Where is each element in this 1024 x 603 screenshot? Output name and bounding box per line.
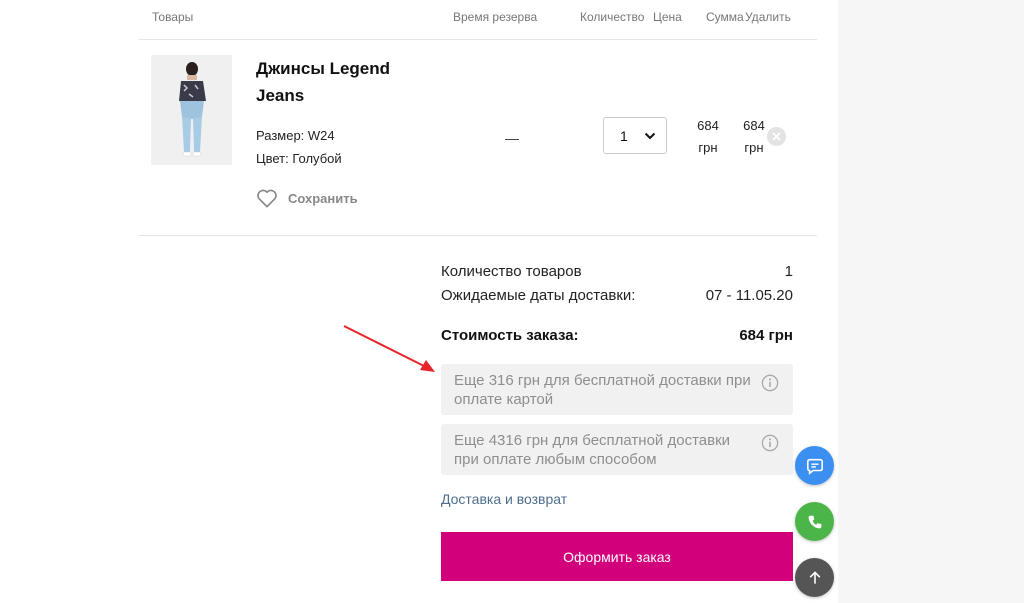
header-price: Цена bbox=[653, 10, 682, 24]
checkout-button[interactable]: Оформить заказ bbox=[441, 532, 793, 581]
chat-icon bbox=[806, 458, 823, 475]
reserve-time-value: — bbox=[505, 130, 519, 146]
scroll-to-top-button[interactable] bbox=[795, 558, 834, 597]
summary-items-count: Количество товаров 1 bbox=[441, 263, 793, 280]
items-count-label: Количество товаров bbox=[441, 263, 582, 280]
info-icon[interactable] bbox=[761, 374, 779, 392]
free-delivery-card-text: Еще 316 грн для бесплатной доставки при … bbox=[454, 372, 751, 408]
info-icon[interactable] bbox=[761, 434, 779, 452]
product-size: Размер: W24 bbox=[256, 128, 335, 143]
quantity-select[interactable]: 1 bbox=[603, 117, 667, 154]
close-icon bbox=[772, 132, 781, 141]
cart-page: Товары Время резерва Количество Цена Сум… bbox=[0, 0, 838, 603]
free-delivery-card-note: Еще 316 грн для бесплатной доставки при … bbox=[441, 364, 793, 415]
header-remove: Удалить bbox=[745, 10, 791, 24]
product-name[interactable]: Джинсы Legend Jeans bbox=[256, 55, 426, 109]
summary-delivery-dates: Ожидаемые даты доставки: 07 - 11.05.20 bbox=[441, 287, 793, 304]
header-quantity: Количество bbox=[580, 10, 645, 24]
order-total-value: 684 грн bbox=[739, 327, 793, 344]
free-delivery-any-note: Еще 4316 грн для бесплатной доставки при… bbox=[441, 424, 793, 475]
save-label: Сохранить bbox=[288, 190, 358, 206]
item-divider bbox=[139, 235, 817, 236]
quantity-value: 1 bbox=[620, 127, 628, 144]
header-sum: Сумма bbox=[706, 10, 744, 24]
chevron-down-icon bbox=[644, 132, 656, 139]
delivery-dates-label: Ожидаемые даты доставки: bbox=[441, 287, 636, 304]
order-total-label: Стоимость заказа: bbox=[441, 327, 579, 344]
phone-icon bbox=[808, 515, 821, 528]
save-for-later-button[interactable]: Сохранить bbox=[256, 188, 358, 208]
product-image[interactable] bbox=[151, 55, 232, 165]
chat-button[interactable] bbox=[795, 446, 834, 485]
call-button[interactable] bbox=[795, 502, 834, 541]
product-color: Цвет: Голубой bbox=[256, 151, 342, 166]
heart-icon bbox=[257, 189, 277, 208]
arrow-up-icon bbox=[809, 570, 820, 584]
delivery-dates-value: 07 - 11.05.20 bbox=[705, 287, 793, 304]
header-products: Товары bbox=[152, 10, 194, 24]
unit-price-currency: грн bbox=[698, 140, 718, 155]
header-reserve-time: Время резерва bbox=[453, 10, 538, 24]
remove-item-button[interactable] bbox=[767, 127, 786, 146]
summary-order-total: Стоимость заказа: 684 грн bbox=[441, 327, 793, 344]
items-count-value: 1 bbox=[784, 263, 793, 280]
delivery-returns-link[interactable]: Доставка и возврат bbox=[441, 491, 567, 507]
unit-price: 684 грн bbox=[688, 115, 728, 159]
unit-price-value: 684 bbox=[697, 118, 719, 133]
header-divider bbox=[139, 39, 817, 40]
free-delivery-any-text: Еще 4316 грн для бесплатной доставки при… bbox=[454, 432, 731, 468]
right-background bbox=[838, 0, 1024, 603]
red-arrow-annotation bbox=[343, 325, 435, 372]
